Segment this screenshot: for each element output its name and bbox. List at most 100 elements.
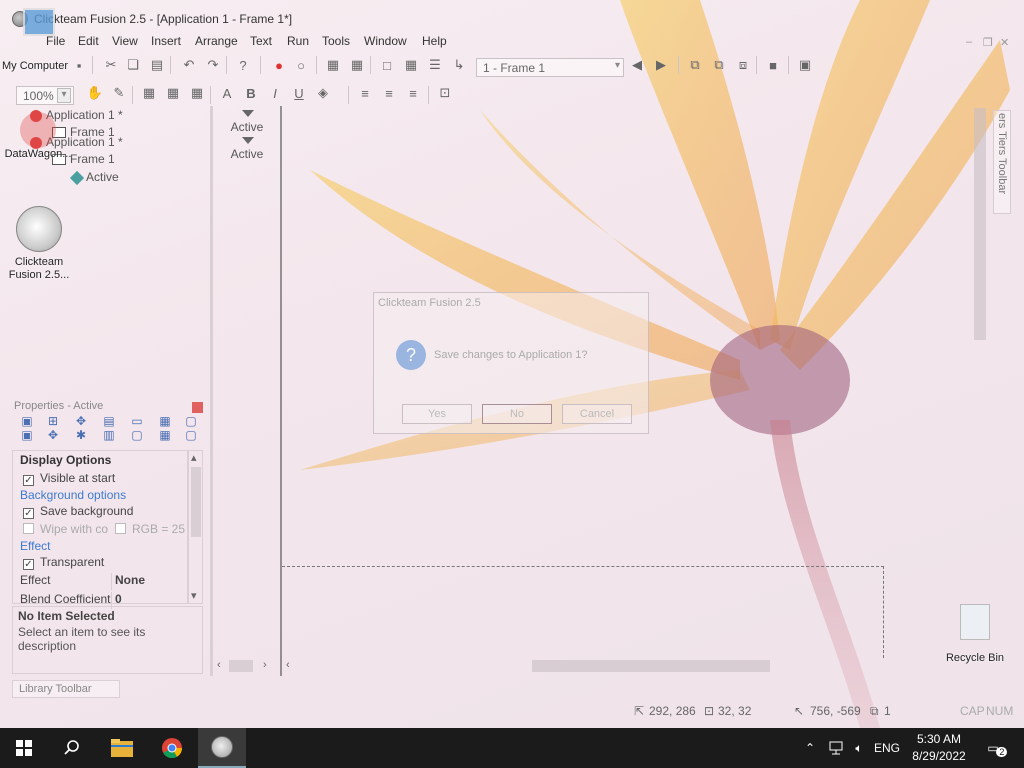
hand-icon[interactable]: ✋ [86, 84, 104, 102]
prop-checkbox-row[interactable]: ✓ Visible at start [13, 471, 189, 488]
distribute-icon[interactable]: ⧉ [710, 56, 728, 74]
horizontal-scrollbar[interactable]: ‹ [282, 658, 972, 674]
prop-tab-animation-icon[interactable]: ✱ [72, 426, 90, 444]
menu-insert[interactable]: Insert [151, 34, 181, 48]
close-icon[interactable]: ✕ [1000, 36, 1009, 49]
object-label[interactable]: Active [213, 120, 281, 134]
checkbox-unchecked-icon[interactable] [23, 523, 34, 534]
scrollbar-thumb[interactable] [532, 660, 770, 672]
vertical-scrollbar[interactable] [972, 106, 988, 658]
scrollbar-thumb[interactable] [229, 660, 253, 672]
scroll-down-icon[interactable]: ▾ [191, 589, 197, 602]
paste-icon[interactable]: ▤ [148, 56, 166, 74]
frame-editor-icon[interactable]: ▦ [348, 56, 366, 74]
chrome-button[interactable] [148, 728, 196, 768]
prev-frame-icon[interactable]: ◀ [628, 56, 646, 74]
redo-icon[interactable]: ↷ [204, 56, 222, 74]
minimize-icon[interactable]: – [966, 36, 972, 48]
event-list-icon[interactable]: ☰ [426, 56, 444, 74]
italic-icon[interactable]: I [266, 84, 284, 102]
font-icon[interactable]: A [218, 84, 236, 102]
align-center-icon[interactable]: ≡ [380, 84, 398, 102]
prop-tab-comment-icon[interactable]: ▢ [182, 426, 200, 444]
no-button[interactable]: No [482, 404, 552, 424]
align-icon[interactable]: ⧉ [686, 56, 704, 74]
prop-tab-behaviors-icon[interactable]: ▥ [100, 426, 118, 444]
yes-button[interactable]: Yes [402, 404, 472, 424]
network-icon[interactable] [824, 728, 848, 768]
menu-run[interactable]: Run [287, 34, 309, 48]
copy-icon[interactable]: ❏ [124, 56, 142, 74]
desktop-icon-datawagon[interactable]: DataWagon... [0, 112, 76, 160]
zoom-selector[interactable]: 100% ▾ [16, 86, 74, 105]
frame-settings-icon[interactable]: ▣ [796, 56, 814, 74]
show-hidden-icons-icon[interactable]: ⌃ [800, 728, 820, 768]
search-button[interactable] [48, 728, 96, 768]
prop-tab-grid-icon[interactable]: ▦ [156, 426, 174, 444]
file-explorer-button[interactable] [98, 728, 146, 768]
event-editor-icon[interactable]: ▦ [402, 56, 420, 74]
run-application-icon[interactable]: ● [270, 56, 288, 74]
volume-icon[interactable]: 🔈︎ [848, 728, 870, 768]
layers-toolbar-tab[interactable]: ers Tiers Toolbar [993, 110, 1011, 214]
draw-icon[interactable]: ✎ [110, 84, 128, 102]
grid-icon[interactable]: ⧈ [734, 56, 752, 74]
scroll-left-icon[interactable]: ‹ [217, 659, 221, 671]
desktop-icon-recycle-bin[interactable]: Recycle Bin [940, 604, 1010, 664]
restore-icon[interactable]: ❐ [983, 36, 993, 49]
library-toolbar-tab[interactable]: Library Toolbar [12, 680, 120, 698]
clickteam-fusion-taskbar-button[interactable] [198, 728, 246, 768]
table-icon[interactable]: ▦ [140, 84, 158, 102]
scrollbar-thumb[interactable] [191, 467, 201, 537]
color-checkbox-icon[interactable] [115, 523, 126, 534]
prop-checkbox-row[interactable]: ✓ Save background [13, 504, 189, 521]
checkbox-checked-icon[interactable]: ✓ [23, 559, 34, 570]
system-clock[interactable]: 5:30 AM 8/29/2022 [904, 731, 974, 765]
layout-icon[interactable]: □ [378, 56, 396, 74]
prop-checkbox-row[interactable]: ✓ Transparent [13, 555, 189, 572]
align-right-icon[interactable]: ≡ [404, 84, 422, 102]
fill-color-icon[interactable]: ◈ [314, 84, 332, 102]
data-elements-icon[interactable]: ↳ [450, 56, 468, 74]
storyboard-editor-icon[interactable]: ▦ [324, 56, 342, 74]
tree-item-active[interactable]: Active [69, 170, 119, 185]
object-column-scrollbar[interactable]: ‹ › [213, 658, 281, 674]
undo-icon[interactable]: ↶ [180, 56, 198, 74]
prop-tab-movement-icon[interactable]: ✥ [44, 426, 62, 444]
menu-view[interactable]: View [112, 34, 138, 48]
stop-icon[interactable]: ○ [292, 56, 310, 74]
desktop-icon-my-computer[interactable]: My Computer [0, 8, 78, 72]
start-button[interactable] [0, 728, 48, 768]
matrix-icon[interactable]: ▦ [188, 84, 206, 102]
checkbox-checked-icon[interactable]: ✓ [23, 508, 34, 519]
prop-tab-runtime-icon[interactable]: ▣ [18, 426, 36, 444]
object-label[interactable]: Active [213, 147, 281, 161]
align-left-icon[interactable]: ≡ [356, 84, 374, 102]
menu-tools[interactable]: Tools [322, 34, 350, 48]
language-indicator[interactable]: ENG [872, 728, 902, 768]
menu-arrange[interactable]: Arrange [195, 34, 238, 48]
frame-selector[interactable]: 1 - Frame 1 ▾ [476, 58, 624, 77]
stop-square-icon[interactable]: ■ [764, 56, 782, 74]
scrollbar-thumb[interactable] [974, 108, 986, 340]
help-context-icon[interactable]: ? [234, 56, 252, 74]
prop-value-row[interactable]: Effect None [13, 573, 189, 590]
scroll-left-icon[interactable]: ‹ [286, 659, 290, 671]
scroll-up-icon[interactable]: ▴ [191, 451, 197, 464]
prop-tab-az-icon[interactable]: ▢ [128, 426, 146, 444]
menu-edit[interactable]: Edit [78, 34, 99, 48]
cancel-button[interactable]: Cancel [562, 404, 632, 424]
checkbox-checked-icon[interactable]: ✓ [23, 475, 34, 486]
menu-window[interactable]: Window [364, 34, 407, 48]
underline-icon[interactable]: U [290, 84, 308, 102]
grid-view-icon[interactable]: ▦ [164, 84, 182, 102]
action-center-icon[interactable]: ▭ 2 [978, 728, 1008, 768]
fit-icon[interactable]: ⊡ [436, 84, 454, 102]
prop-checkbox-row[interactable]: Wipe with co RGB = 25 [13, 522, 189, 539]
menu-text[interactable]: Text [250, 34, 272, 48]
bold-icon[interactable]: B [242, 84, 260, 102]
properties-scrollbar[interactable]: ▴ ▾ [188, 450, 203, 604]
menu-help[interactable]: Help [422, 34, 447, 48]
desktop-icon-clickteam-fusion[interactable]: Clickteam Fusion 2.5... [4, 206, 74, 282]
cut-icon[interactable]: ✂ [102, 56, 120, 74]
